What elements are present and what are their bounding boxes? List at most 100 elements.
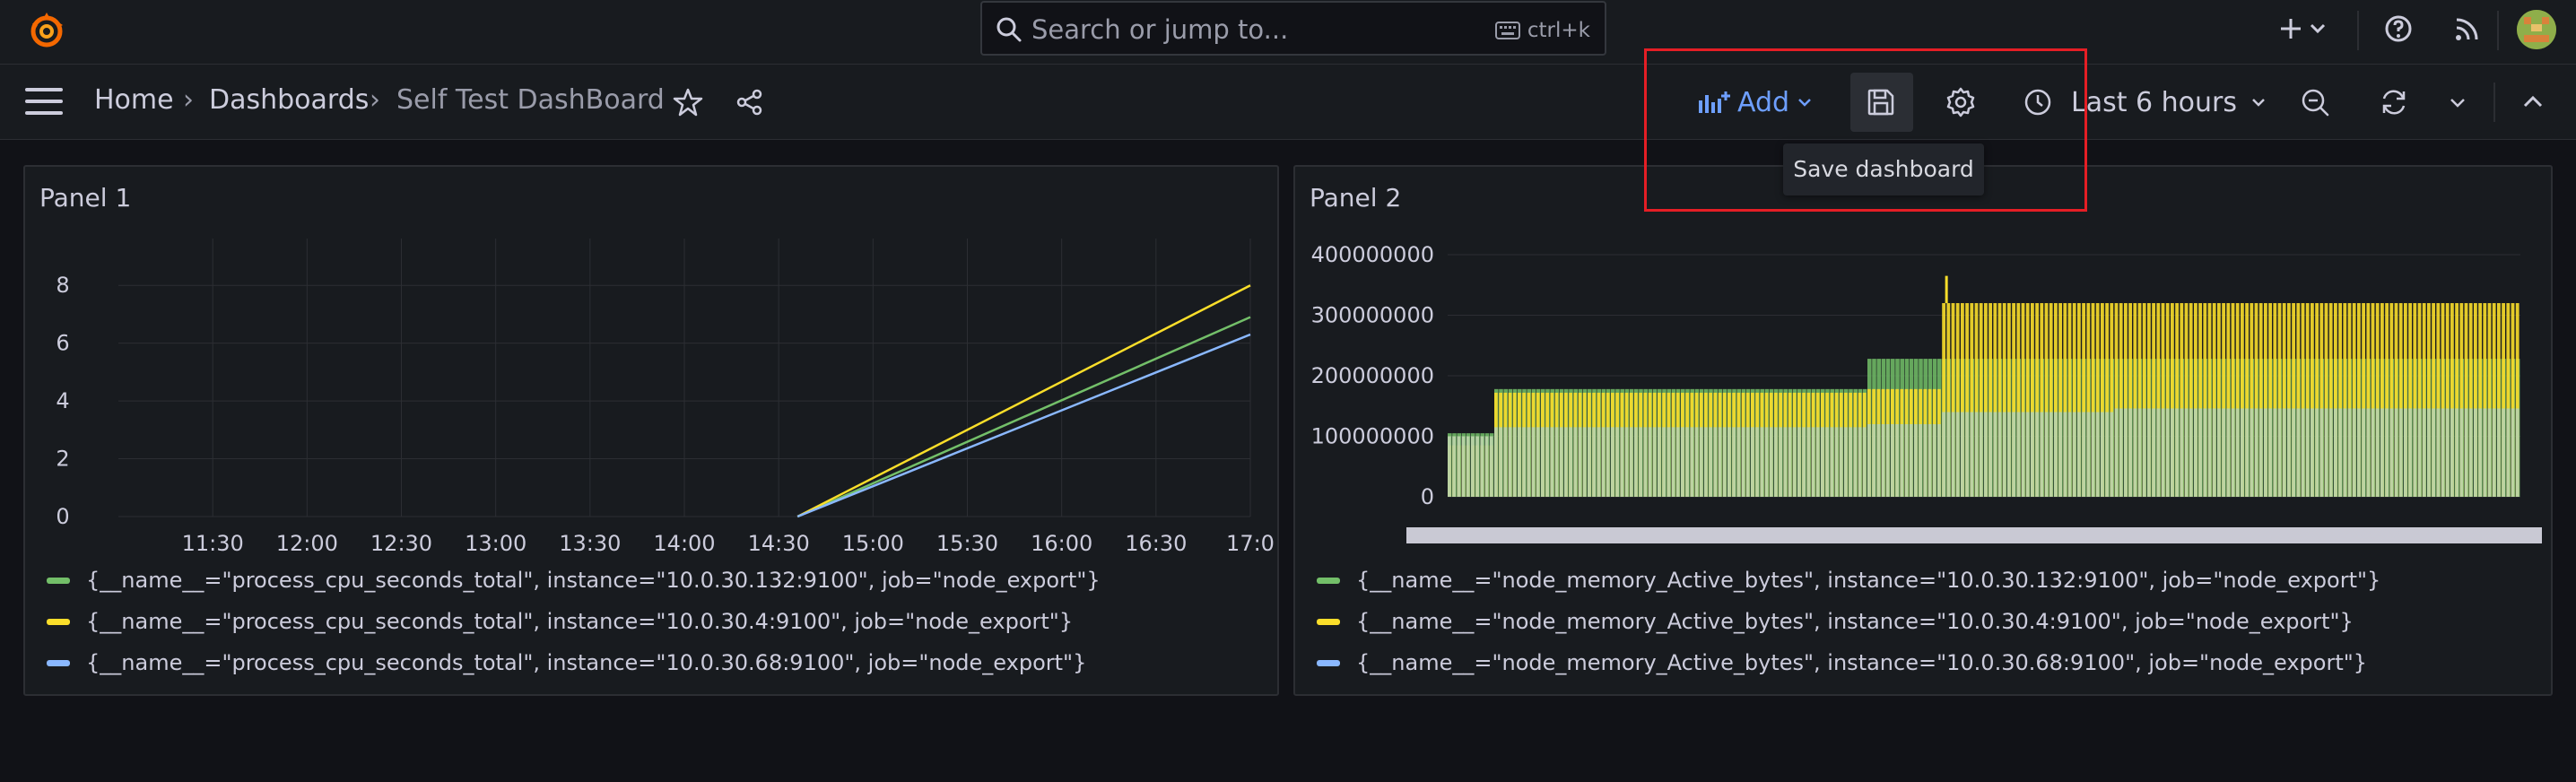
bar (2175, 408, 2179, 497)
bar (1541, 427, 1545, 497)
bar (2235, 408, 2240, 497)
bar (1849, 427, 1852, 497)
bar (1512, 427, 1517, 497)
bar (2231, 408, 2235, 497)
bar (1578, 427, 1582, 497)
bar (1522, 427, 1526, 497)
bar (2483, 408, 2487, 497)
legend-item[interactable]: {__name__="process_cpu_seconds_total", i… (47, 650, 1086, 675)
bar (2254, 408, 2258, 497)
bar (2016, 412, 2021, 497)
legend-swatch (47, 577, 70, 584)
bar (2217, 408, 2221, 497)
bar (2049, 412, 2053, 497)
search-shortcut: ctrl+k (1494, 19, 1590, 42)
chevron-down-icon[interactable] (2307, 13, 2328, 45)
bar (1830, 427, 1834, 497)
bar (1779, 427, 1782, 497)
bar (2086, 412, 2091, 497)
bar (1965, 412, 1969, 497)
zoom-out-icon[interactable] (2299, 86, 2331, 118)
breadcrumb-home[interactable]: Home (94, 84, 174, 116)
bar (1722, 427, 1727, 497)
bar (1755, 427, 1759, 497)
collapse-chevron-up-icon[interactable] (2517, 86, 2549, 118)
bar (1867, 424, 1871, 497)
bar (2222, 408, 2225, 497)
legend-item[interactable]: {__name__="process_cpu_seconds_total", i… (47, 609, 1073, 634)
breadcrumb-dashboards[interactable]: Dashboards (209, 84, 369, 116)
bar (2156, 408, 2161, 497)
legend-item[interactable]: {__name__="node_memory_Active_bytes", in… (1317, 650, 2367, 675)
plus-icon[interactable] (2275, 13, 2307, 45)
bar (1885, 424, 1890, 497)
refresh-icon[interactable] (2378, 86, 2410, 118)
legend-swatch (47, 659, 70, 666)
legend-swatch (47, 618, 70, 625)
bar (1764, 427, 1769, 497)
bar (2334, 408, 2337, 497)
bar (2137, 408, 2142, 497)
bar (2311, 408, 2314, 497)
bar (2319, 408, 2324, 497)
bar (2147, 408, 2151, 497)
bar (1662, 427, 1666, 497)
grafana-logo-icon[interactable] (27, 11, 66, 50)
bar (1853, 427, 1858, 497)
bar (2497, 408, 2501, 497)
bar (2394, 408, 2398, 497)
keyboard-icon (1494, 22, 1520, 39)
legend-item[interactable]: {__name__="node_memory_Active_bytes", in… (1317, 568, 2380, 593)
bar (2506, 408, 2511, 497)
bar (1844, 427, 1848, 497)
bar (2021, 412, 2025, 497)
bar (2067, 412, 2072, 497)
bar (2408, 408, 2412, 497)
menu-icon[interactable] (25, 88, 63, 117)
rss-icon[interactable] (2451, 13, 2484, 45)
bar (1769, 427, 1773, 497)
bar (2385, 408, 2389, 497)
panel-1[interactable]: Panel 1 0 2 4 6 8 11:30 12:00 12:30 13:00 13:30 14… (23, 165, 1279, 696)
bar (2264, 408, 2267, 497)
star-icon[interactable] (672, 86, 704, 118)
bar (2119, 408, 2123, 497)
legend-item[interactable]: {__name__="node_memory_Active_bytes", in… (1317, 609, 2354, 634)
avatar[interactable] (2517, 10, 2556, 49)
bar (1499, 427, 1502, 497)
bar (2487, 408, 2492, 497)
bar (1839, 427, 1843, 497)
bar (1699, 427, 1703, 497)
y-tick-label: 0 (1421, 484, 1434, 509)
bar (2095, 412, 2100, 497)
bar (2502, 408, 2505, 497)
share-icon[interactable] (734, 86, 766, 118)
bar (2413, 408, 2417, 497)
bar (2389, 408, 2394, 497)
bar (1811, 427, 1815, 497)
divider (2357, 11, 2359, 50)
bar (1573, 427, 1578, 497)
bar (1475, 436, 1479, 497)
bar (1984, 412, 1988, 497)
bar (1997, 412, 2002, 497)
legend-item[interactable]: {__name__="process_cpu_seconds_total", i… (47, 568, 1101, 593)
bar (1554, 427, 1559, 497)
bar (2375, 408, 2380, 497)
refresh-interval-chevron-icon[interactable] (2447, 86, 2468, 118)
bar (1531, 427, 1536, 497)
bar (1900, 424, 1904, 497)
bar (1970, 412, 1974, 497)
bar (2161, 408, 2165, 497)
bar (1611, 427, 1614, 497)
panel-2[interactable]: Panel 2 0 100000000 200000000 300000000 4000… (1293, 165, 2553, 696)
x-tick-label: 14:00 (653, 531, 715, 556)
bar (1862, 427, 1867, 497)
chevron-down-icon (2252, 99, 2265, 107)
search-input[interactable]: Search or jump to... ctrl+k (980, 1, 1606, 56)
bar (1704, 427, 1708, 497)
bar (1745, 427, 1750, 497)
breadcrumb-separator: › (183, 84, 194, 116)
x-tick-label: 12:30 (370, 531, 432, 556)
help-icon[interactable] (2382, 13, 2415, 45)
